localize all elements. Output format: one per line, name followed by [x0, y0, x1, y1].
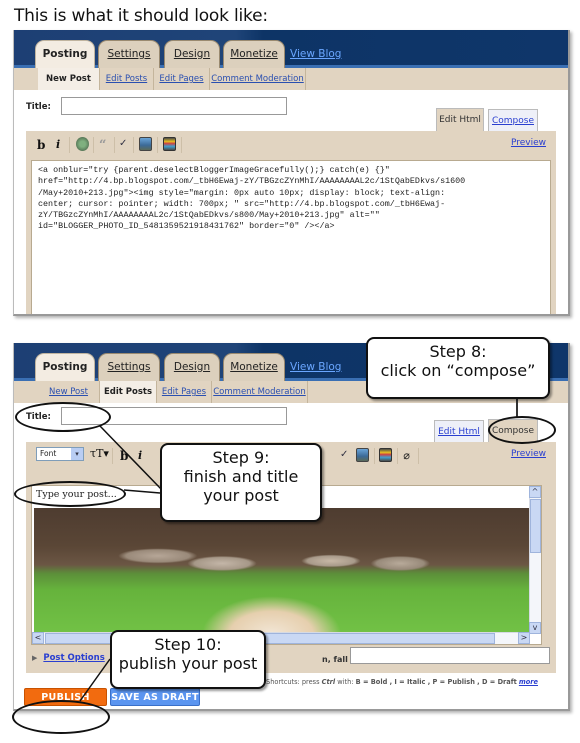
post-highlight-oval	[14, 481, 126, 507]
step9-pointer-post	[123, 489, 161, 494]
title-highlight-oval	[15, 402, 111, 432]
step10-callout: Step 10: publish your post	[110, 630, 266, 689]
step10-line2: publish your post	[118, 654, 258, 673]
compose-highlight-oval	[488, 416, 556, 444]
publish-highlight-oval	[12, 700, 110, 734]
step8-line1: Step 8:	[429, 342, 487, 361]
step9-line3: your post	[203, 486, 279, 505]
step9-line1: Step 9:	[212, 448, 270, 467]
step9-callout: Step 9: finish and title your post	[160, 443, 322, 522]
step9-pointer-title	[99, 425, 163, 491]
step10-line1: Step 10:	[154, 635, 222, 654]
step8-callout: Step 8: click on “compose”	[366, 337, 550, 399]
step9-line2: finish and title	[183, 467, 299, 486]
step10-pointer	[79, 658, 111, 702]
step8-line2: click on “compose”	[380, 361, 536, 380]
